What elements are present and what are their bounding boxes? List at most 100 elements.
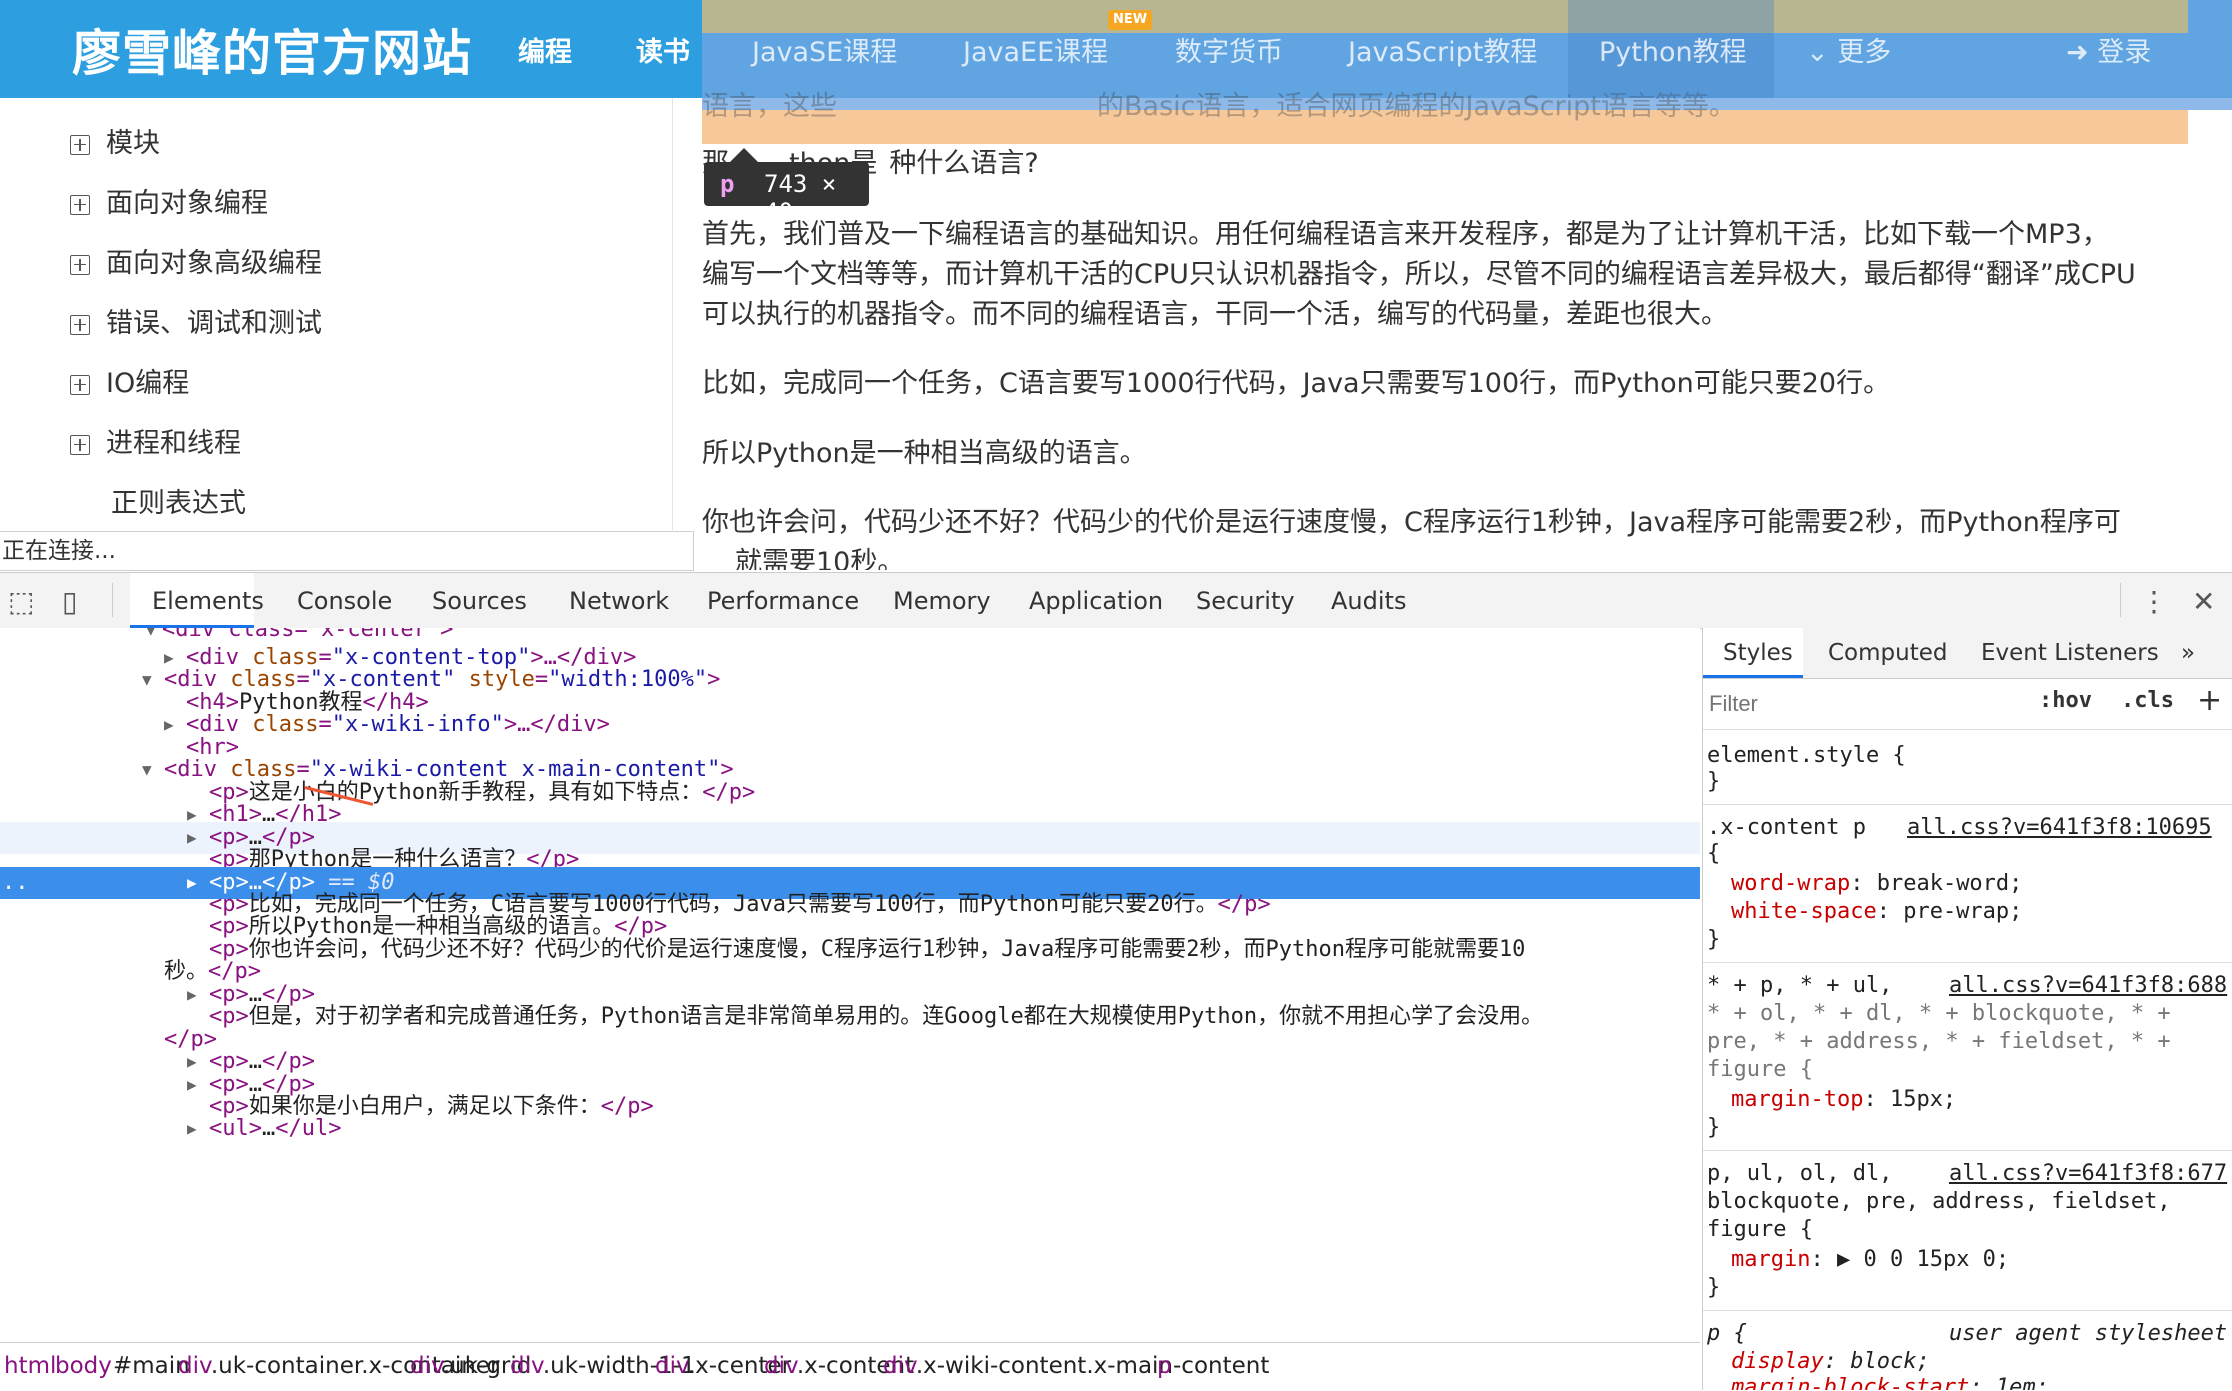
breadcrumb-tag: div: [410, 1353, 443, 1379]
new-badge: NEW: [1108, 10, 1152, 30]
nav-reading[interactable]: 读书: [636, 30, 690, 69]
rule-open: {: [1707, 841, 1721, 866]
inspect-element-icon[interactable]: ⬚: [8, 585, 34, 618]
rule-selector-cont: * + ol, * + dl, * + blockquote, * +: [1707, 1001, 2171, 1026]
breadcrumb-item[interactable]: body: [55, 1353, 112, 1379]
css-declaration[interactable]: margin-top: 15px;: [1731, 1086, 1956, 1114]
filter-bar: :hov .cls +: [1703, 679, 2232, 730]
css-declaration[interactable]: word-wrap: break-word;: [1731, 870, 2022, 898]
nav-crypto[interactable]: 数字货币: [1175, 30, 1283, 69]
nav-javascript[interactable]: JavaScript教程: [1348, 30, 1537, 69]
tab-console[interactable]: Console: [297, 587, 392, 615]
tab-elements[interactable]: Elements: [152, 587, 264, 615]
expand-icon[interactable]: [70, 134, 90, 155]
breadcrumb-tag: div: [655, 1353, 688, 1379]
rule-selector: p, ul, ol, dl,: [1707, 1161, 1893, 1186]
tab-network[interactable]: Network: [569, 587, 669, 615]
sidebar-item-oop[interactable]: 面向对象编程: [70, 181, 268, 220]
rule-selector: .x-content p: [1707, 815, 1866, 840]
element-style-selector: element.style {: [1707, 743, 1906, 768]
rule-close: }: [1707, 927, 1721, 952]
sidebar-item-io[interactable]: IO编程: [70, 361, 189, 400]
more-menu-icon[interactable]: ⋮: [2140, 585, 2168, 618]
nav-python[interactable]: Python教程: [1599, 30, 1747, 69]
rule-selector: * + p, * + ul,: [1707, 973, 1893, 998]
login-link[interactable]: ➜ 登录: [2066, 30, 2151, 69]
rule-selector-cont: blockquote, pre, address, fieldset,: [1707, 1189, 2171, 1214]
rule-selector-cont: pre, * + address, * + fieldset, * +: [1707, 1029, 2171, 1054]
rule-divider: [1703, 1310, 2232, 1311]
rule-divider: [1703, 804, 2232, 805]
dom-tree: ▼ <div class="x-center"> ▶ <div class="x-c…: [0, 628, 1700, 1342]
add-rule-icon[interactable]: +: [2197, 683, 2222, 718]
user-agent-label: user agent stylesheet: [1949, 1321, 2228, 1346]
rule-source-link[interactable]: all.css?v=641f3f8:688: [1949, 972, 2227, 1000]
tab-styles[interactable]: Styles: [1723, 640, 1793, 666]
tab-security[interactable]: Security: [1196, 587, 1295, 615]
device-toolbar-icon[interactable]: ▯: [62, 585, 77, 618]
expand-icon[interactable]: [70, 254, 90, 275]
dom-text: …: [261, 1116, 276, 1142]
tab-sources[interactable]: Sources: [432, 587, 527, 615]
tab-application[interactable]: Application: [1029, 587, 1163, 615]
article-paragraph-2: 比如，完成同一个任务，C语言要写1000行代码，Java只需要写100行，而Py…: [702, 368, 1891, 399]
article-paragraph-1-line-2: 编写一个文档等等，而计算机干活的CPU只认识机器指令，所以，尽管不同的编程语言差…: [702, 259, 2136, 290]
article-paragraph-4-line-1: 你也许会问，代码少还不好？代码少的代价是运行速度慢，C程序运行1秒钟，Java程…: [702, 507, 2121, 538]
rule-source-link[interactable]: all.css?v=641f3f8:10695: [1907, 814, 2212, 842]
tab-memory[interactable]: Memory: [893, 587, 991, 615]
expand-triangle[interactable]: ▶: [187, 1113, 197, 1145]
sidebar-item-modules[interactable]: 模块: [70, 121, 160, 160]
article-paragraph-1-line-3: 可以执行的机器指令。而不同的编程语言，干同一个活，编写的代码量，差距也很大。: [702, 299, 1728, 330]
close-icon[interactable]: ✕: [2192, 585, 2215, 618]
rule-divider: [1703, 1150, 2232, 1151]
article-heading: 那thon是种什么语言?: [702, 148, 1039, 179]
rule-close: }: [1707, 1275, 1721, 1300]
dom-node-text: <ul>…</ul>: [209, 1113, 341, 1145]
nav-javaee[interactable]: JavaEE课程: [963, 30, 1108, 69]
expand-icon[interactable]: [70, 434, 90, 455]
breadcrumb-item[interactable]: div.x-wiki-content.x-main-content: [883, 1353, 1269, 1379]
rule-selector-cont: figure {: [1707, 1057, 1813, 1082]
rule-close: }: [1707, 1115, 1721, 1140]
sidebar-item-process-thread[interactable]: 进程和线程: [70, 421, 241, 460]
sidebar-item-debugging[interactable]: 错误、调试和测试: [70, 301, 322, 340]
expand-icon[interactable]: [70, 314, 90, 335]
tab-computed[interactable]: Computed: [1828, 640, 1947, 666]
dom-node[interactable]: ▶ <ul>…</ul>: [0, 1113, 1700, 1145]
nav-programming[interactable]: 编程: [518, 30, 572, 69]
dom-tag: <ul>: [209, 1116, 262, 1142]
breadcrumb-class: .x-wiki-content.x-main-content: [915, 1353, 1270, 1379]
status-bar: 正在连接...: [0, 531, 694, 571]
filter-input[interactable]: [1707, 685, 2011, 723]
site-brand[interactable]: 廖雪峰的官方网站: [72, 14, 472, 85]
breadcrumb-item[interactable]: html: [4, 1353, 56, 1379]
nav-more[interactable]: ⌄ 更多: [1806, 30, 1891, 69]
inspect-tooltip: p 743 × 40: [704, 162, 869, 226]
tab-performance[interactable]: Performance: [707, 587, 859, 615]
css-declaration: display: block;: [1731, 1349, 1930, 1374]
rule-close: }: [1707, 769, 1721, 794]
article-paragraph-4-line-2: 就需要10秒。: [735, 547, 905, 570]
toolbar-divider: [112, 583, 113, 617]
rule-source-link[interactable]: all.css?v=641f3f8:677: [1949, 1160, 2227, 1188]
inspect-highlight-margin: [702, 0, 2188, 33]
tab-event-listeners[interactable]: Event Listeners: [1981, 640, 2159, 666]
toolbar-divider: [2120, 583, 2121, 617]
expand-icon[interactable]: [70, 374, 90, 395]
breadcrumb-item[interactable]: p: [1157, 1353, 1172, 1379]
sidebar-item-advanced-oop[interactable]: 面向对象高级编程: [70, 241, 322, 280]
hov-toggle[interactable]: :hov: [2039, 688, 2092, 713]
tab-audits[interactable]: Audits: [1331, 587, 1406, 615]
breadcrumb: html body #main div.uk-container.x-containe…: [0, 1342, 1700, 1391]
expand-icon[interactable]: [70, 194, 90, 215]
nav-javase[interactable]: JavaSE课程: [752, 30, 897, 69]
breadcrumb-tag: div: [764, 1353, 797, 1379]
more-tabs-icon[interactable]: »: [2181, 640, 2195, 666]
cls-toggle[interactable]: .cls: [2121, 688, 2174, 713]
css-declaration[interactable]: margin: ▶ 0 0 15px 0;: [1731, 1246, 2009, 1274]
breadcrumb-tag: div: [510, 1353, 543, 1379]
sign-in-icon: ➜: [2066, 37, 2098, 68]
css-declaration[interactable]: white-space: pre-wrap;: [1731, 898, 2022, 926]
article-paragraph-3: 所以Python是一种相当高级的语言。: [702, 438, 1147, 469]
sidebar-item-regex[interactable]: 正则表达式: [111, 481, 246, 520]
